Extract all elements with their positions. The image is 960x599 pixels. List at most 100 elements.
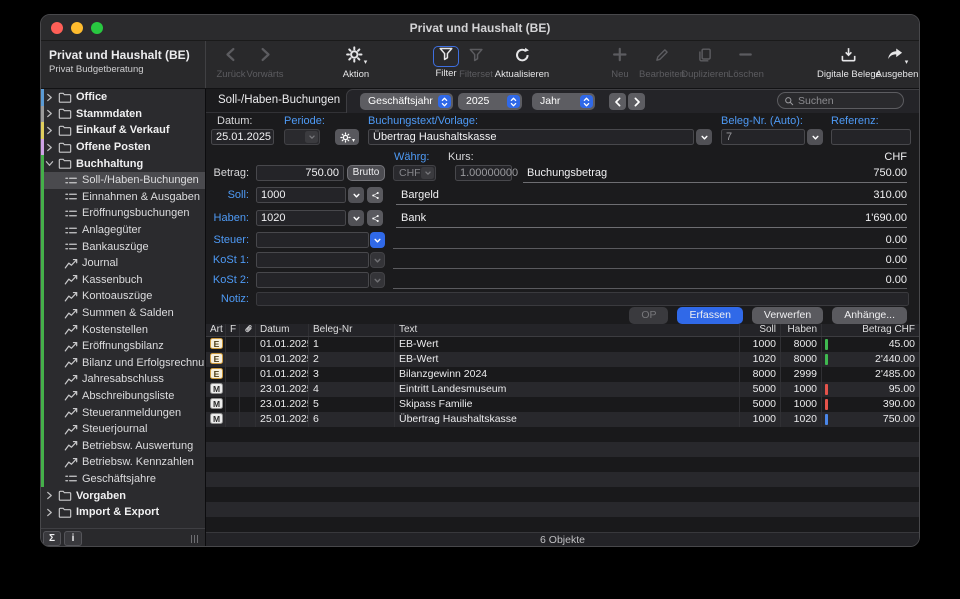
previous-period-button[interactable] (609, 93, 626, 110)
sidebar-item-summen-salden[interactable]: Summen & Salden (41, 305, 205, 322)
sidebar-item-steueranmeldungen[interactable]: Steueranmeldungen (41, 404, 205, 421)
sidebar-item-import-export[interactable]: Import & Export (41, 504, 205, 521)
navigation-sidebar: OfficeStammdatenEinkauf & VerkaufOffene … (41, 89, 206, 547)
category-color-strip (41, 371, 44, 388)
sidebar-item-soll-haben-buchungen[interactable]: Soll-/Haben-Buchungen (41, 172, 205, 189)
referenz-field[interactable] (831, 129, 911, 145)
toolbar-ausgeben-button[interactable]: ▾Ausgeben (876, 46, 919, 80)
folder-icon (58, 91, 72, 104)
disclosure-chevron-icon[interactable] (46, 93, 56, 102)
buchungstext-field[interactable]: Übertrag Haushaltskasse (368, 129, 694, 145)
disclosure-chevron-icon[interactable] (46, 143, 56, 152)
steuer-dropdown-button[interactable] (370, 232, 385, 248)
sidebar-item-geschäftsjahre[interactable]: Geschäftsjahre (41, 471, 205, 488)
belegnr-dropdown-button[interactable] (807, 129, 823, 145)
notiz-field[interactable] (256, 292, 909, 306)
booking-row-6[interactable]: M25.01.20256Übertrag Haushaltskasse10001… (206, 412, 919, 427)
sidebar-item-eröffnungsbilanz[interactable]: Eröffnungsbilanz (41, 338, 205, 355)
disclosure-chevron-icon[interactable] (46, 159, 56, 168)
toolbar-digitale-belege-button[interactable]: Digitale Belege (817, 46, 881, 80)
haben-dropdown-button[interactable] (348, 210, 364, 226)
soll-dropdown-button[interactable] (348, 187, 364, 203)
column-header-art[interactable]: Art (206, 324, 226, 336)
sidebar-item-betriebsw-kennzahlen[interactable]: Betriebsw. Kennzahlen (41, 454, 205, 471)
sidebar-item-anlagegüter[interactable]: Anlagegüter (41, 222, 205, 239)
search-input[interactable] (798, 95, 897, 107)
sidebar-item-offene-posten[interactable]: Offene Posten (41, 139, 205, 156)
kost1-field[interactable] (256, 252, 369, 268)
haben-split-button[interactable] (367, 210, 383, 226)
template-action-button[interactable]: ▾ (335, 129, 359, 145)
disclosure-chevron-icon[interactable] (46, 126, 56, 135)
range-dropdown[interactable]: Jahr (532, 93, 595, 110)
disclosure-chevron-icon[interactable] (46, 491, 56, 500)
betrag-field[interactable]: 750.00 (256, 165, 344, 181)
toolbar-filter-button[interactable]: Filter (433, 46, 459, 79)
close-window-button[interactable] (51, 22, 63, 34)
column-header-text[interactable]: Text (395, 324, 740, 336)
sidebar-item-steuerjournal[interactable]: Steuerjournal (41, 421, 205, 438)
notiz-label: Notiz: (206, 293, 249, 305)
window-titlebar[interactable]: Privat und Haushalt (BE) (41, 15, 919, 41)
sidebar-item-bilanz-und-erfolgsrechnung[interactable]: Bilanz und Erfolgsrechnung (41, 355, 205, 372)
verwerfen-button[interactable]: Verwerfen (752, 307, 823, 324)
entry-type-badge: E (210, 368, 223, 379)
divider (396, 227, 907, 228)
column-header-betrag-chf[interactable]: Betrag CHF (822, 324, 919, 336)
sidebar-item-kontoauszüge[interactable]: Kontoauszüge (41, 288, 205, 305)
column-header-haben[interactable]: Haben (781, 324, 822, 336)
zoom-window-button[interactable] (91, 22, 103, 34)
haben-konto-field[interactable]: 1020 (256, 210, 346, 226)
booking-row-2[interactable]: E01.01.20252EB-Wert102080002'440.00 (206, 352, 919, 367)
belegnr-field[interactable]: 7 (721, 129, 805, 145)
booking-row-5[interactable]: M23.01.20255Skipass Familie50001000390.0… (206, 397, 919, 412)
period-type-dropdown[interactable]: Geschäftsjahr (360, 93, 453, 110)
buchungstext-dropdown-button[interactable] (696, 129, 712, 145)
disclosure-chevron-icon[interactable] (46, 508, 56, 517)
sidebar-item-eröffnungsbuchungen[interactable]: Eröffnungsbuchungen (41, 205, 205, 222)
column-header-attachment[interactable] (240, 324, 256, 336)
next-period-button[interactable] (628, 93, 645, 110)
sidebar-item-office[interactable]: Office (41, 89, 205, 106)
info-button[interactable]: i (64, 531, 82, 546)
datum-field[interactable]: 25.01.2025 (211, 129, 274, 145)
booking-row-1[interactable]: E01.01.20251EB-Wert1000800045.00 (206, 337, 919, 352)
sidebar-item-vorgaben[interactable]: Vorgaben (41, 487, 205, 504)
sidebar-item-bankauszüge[interactable]: Bankauszüge (41, 238, 205, 255)
sidebar-item-einkauf-verkauf[interactable]: Einkauf & Verkauf (41, 122, 205, 139)
soll-konto-field[interactable]: 1000 (256, 187, 346, 203)
erfassen-button[interactable]: Erfassen (677, 307, 742, 324)
column-header-beleg-nr[interactable]: Beleg-Nr (309, 324, 395, 336)
kurs-field[interactable]: 1.00000000 (455, 165, 512, 181)
minimize-window-button[interactable] (71, 22, 83, 34)
currency-header: CHF (884, 151, 907, 163)
sidebar-item-jahresabschluss[interactable]: Jahresabschluss (41, 371, 205, 388)
disclosure-chevron-icon[interactable] (46, 109, 56, 118)
sidebar-item-journal[interactable]: Journal (41, 255, 205, 272)
sidebar-item-einnahmen-ausgaben[interactable]: Einnahmen & Ausgaben (41, 189, 205, 206)
sidebar-item-kassenbuch[interactable]: Kassenbuch (41, 272, 205, 289)
resize-grip[interactable] (191, 535, 198, 543)
toolbar-aktion-button[interactable]: ▾Aktion (343, 46, 369, 80)
kost2-field[interactable] (256, 272, 369, 288)
brutto-button[interactable]: Brutto (347, 165, 385, 181)
column-header-soll[interactable]: Soll (740, 324, 781, 336)
soll-split-button[interactable] (367, 187, 383, 203)
booking-row-4[interactable]: M23.01.20254Eintritt Landesmuseum5000100… (206, 382, 919, 397)
anhaenge-button[interactable]: Anhänge... (832, 307, 907, 324)
sidebar-item-stammdaten[interactable]: Stammdaten (41, 106, 205, 123)
sidebar-item-abschreibungsliste[interactable]: Abschreibungsliste (41, 388, 205, 405)
chevron-down-icon (421, 167, 434, 179)
booking-row-3[interactable]: E01.01.20253Bilanzgewinn 2024800029992'4… (206, 367, 919, 382)
caret-icon: ▾ (364, 58, 368, 66)
sum-button[interactable]: Σ (43, 531, 61, 546)
sidebar-item-kostenstellen[interactable]: Kostenstellen (41, 321, 205, 338)
column-header-datum[interactable]: Datum (256, 324, 309, 336)
sidebar-item-betriebsw-auswertung[interactable]: Betriebsw. Auswertung (41, 437, 205, 454)
column-header-f[interactable]: F (226, 324, 240, 336)
steuer-field[interactable] (256, 232, 369, 248)
year-dropdown[interactable]: 2025 (458, 93, 522, 110)
sidebar-item-buchhaltung[interactable]: Buchhaltung (41, 155, 205, 172)
toolbar-aktualisieren-button[interactable]: Aktualisieren (495, 46, 549, 80)
search-field[interactable] (777, 92, 904, 109)
